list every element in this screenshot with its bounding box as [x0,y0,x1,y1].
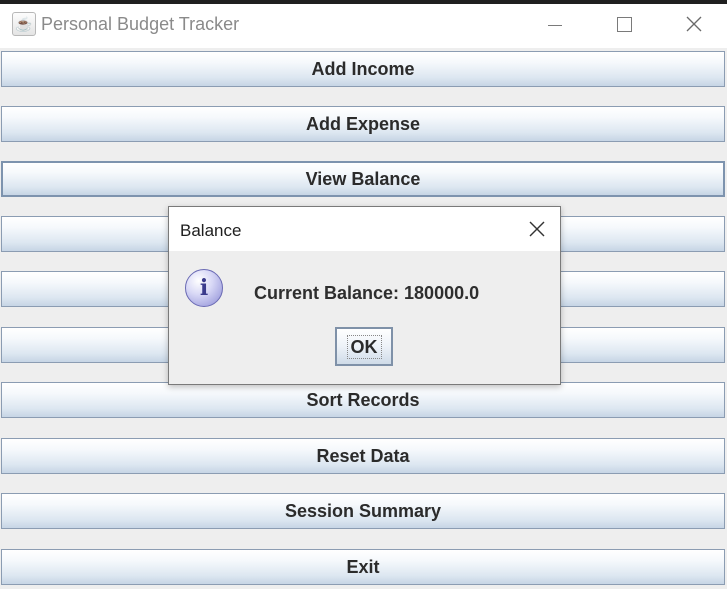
close-icon [686,16,702,32]
session-summary-button[interactable]: Session Summary [1,493,725,529]
dialog-title-bar[interactable]: Balance [169,207,560,251]
java-cup-icon[interactable]: ☕ [12,12,36,36]
add-expense-button[interactable]: Add Expense [1,106,725,142]
window-title: Personal Budget Tracker [41,14,240,34]
exit-button[interactable]: Exit [1,549,725,585]
dialog-title: Balance [180,221,242,240]
view-balance-button[interactable]: View Balance [1,161,725,197]
close-icon [529,221,545,237]
balance-dialog: Balance i Current Balance: 180000.0 OK [168,206,561,385]
minimize-button[interactable] [532,8,578,40]
ok-button-label: OK [346,334,382,359]
reset-data-button[interactable]: Reset Data [1,438,725,474]
add-income-button[interactable]: Add Income [1,51,725,87]
maximize-button[interactable] [601,8,647,40]
balance-message: Current Balance: 180000.0 [254,283,480,303]
ok-button[interactable]: OK [335,327,393,366]
close-button[interactable] [671,8,717,40]
maximize-icon [616,16,632,32]
app-window: ☕ Personal Budget Tracker Add Income Add… [0,0,727,589]
title-bar-top-strip [0,0,727,4]
sort-records-button[interactable]: Sort Records [1,382,725,418]
dialog-close-button[interactable] [526,218,548,240]
info-icon: i [185,269,223,307]
minimize-icon [548,24,562,26]
title-bar[interactable]: ☕ Personal Budget Tracker [0,0,727,48]
